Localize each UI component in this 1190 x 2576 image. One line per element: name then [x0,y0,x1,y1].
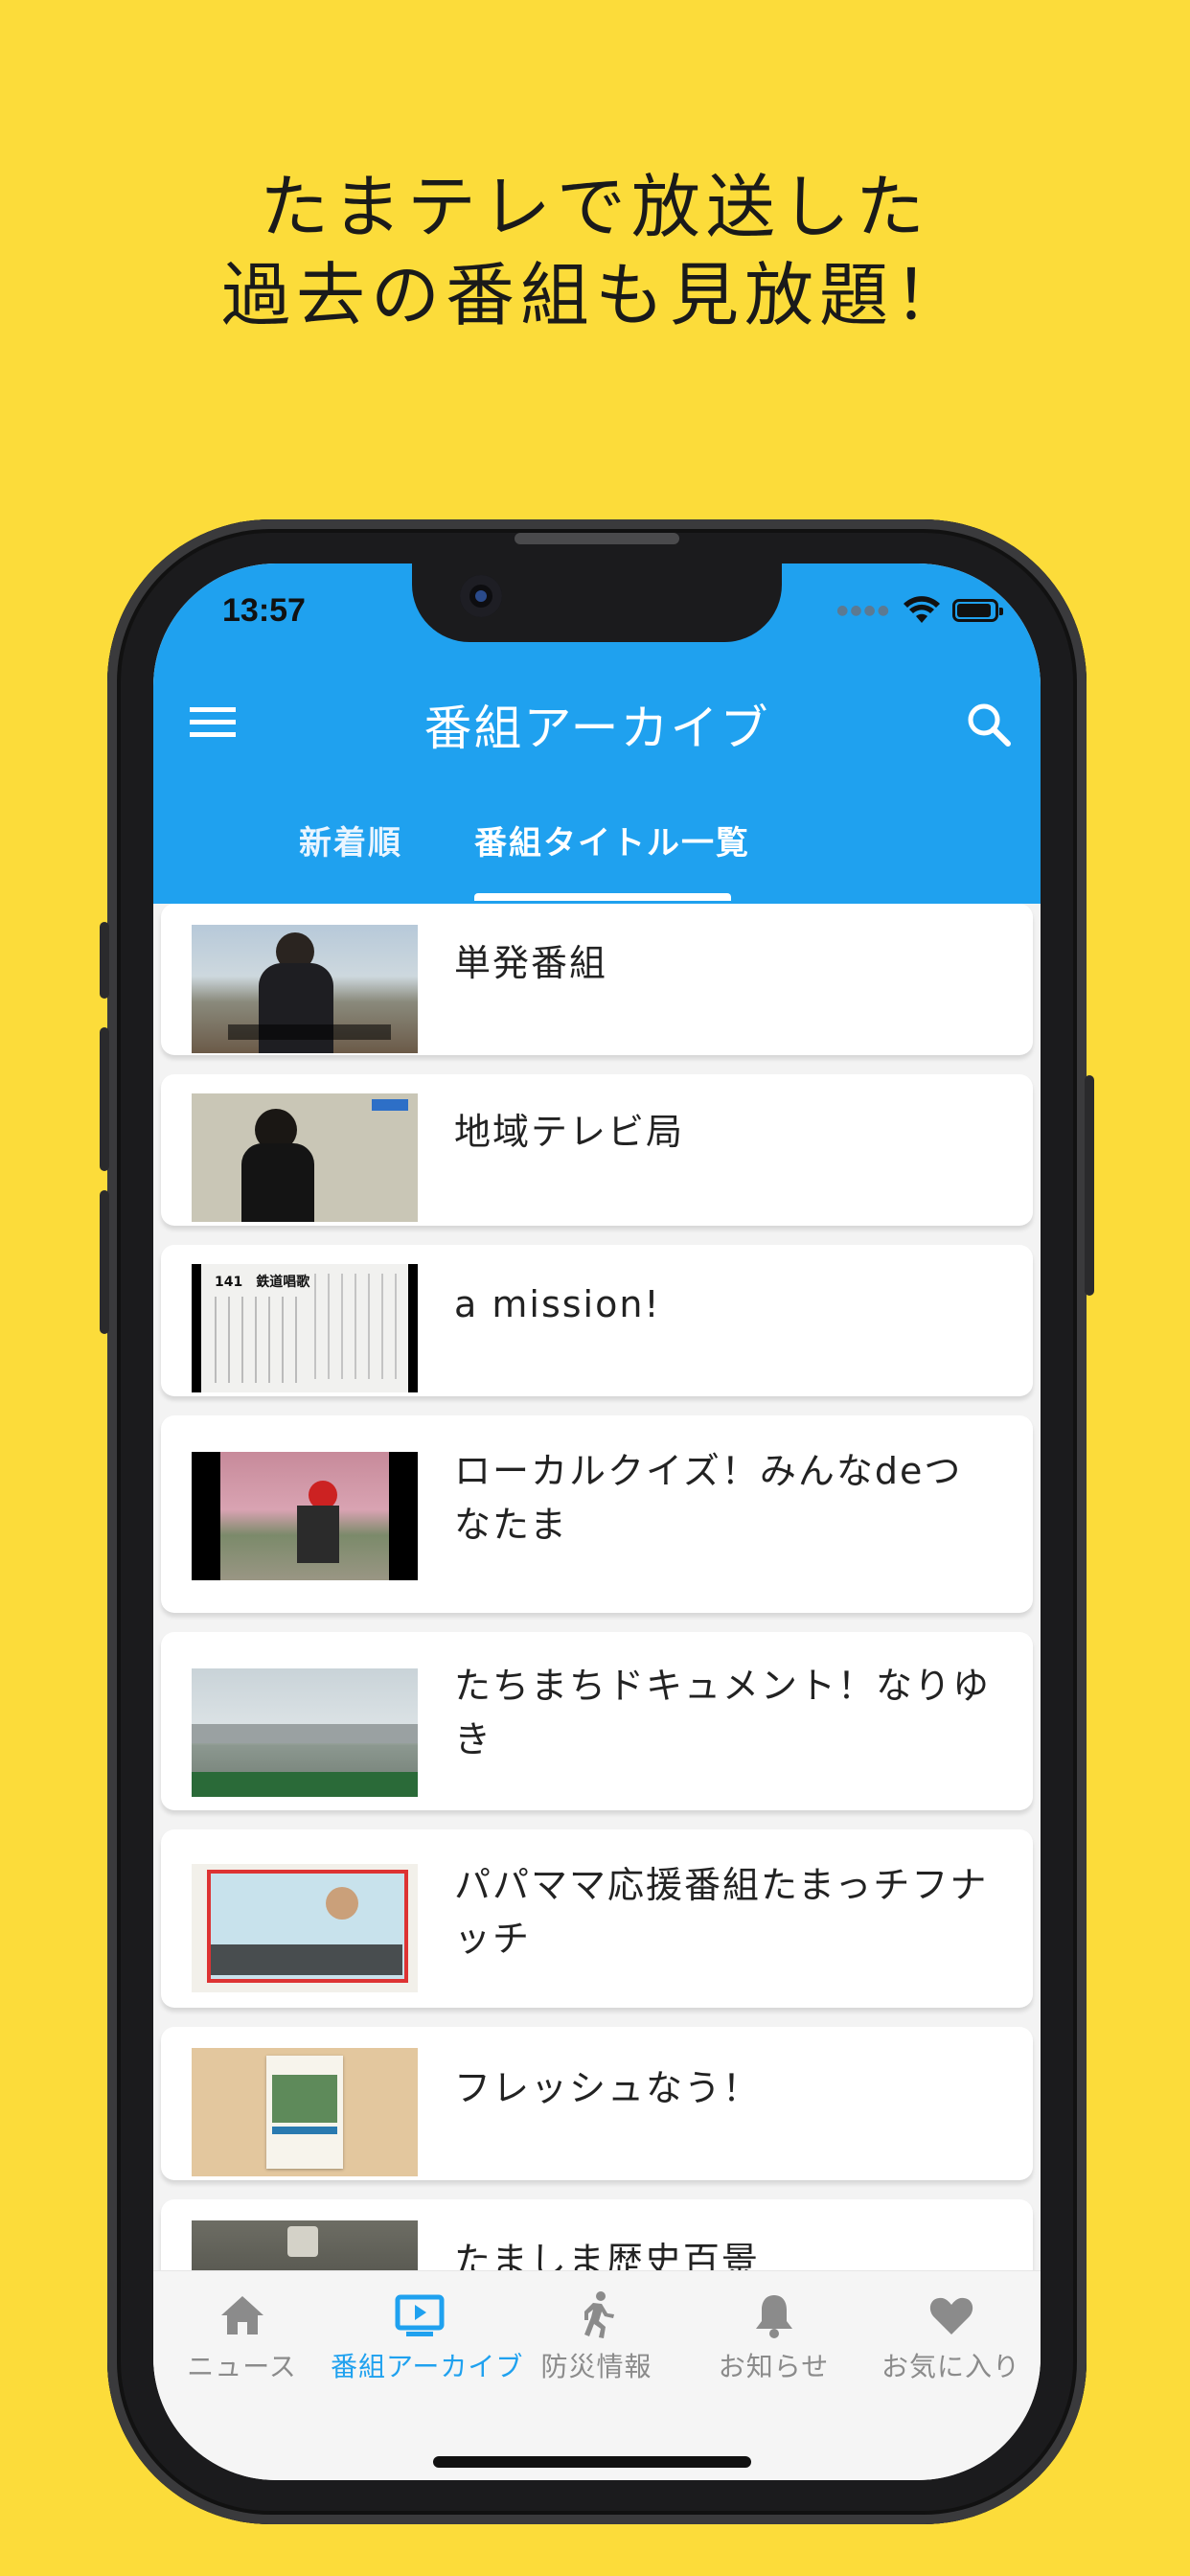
program-thumbnail [192,925,418,1053]
tab-newest[interactable]: 新着順 [299,815,402,901]
program-thumbnail [192,1668,418,1797]
headline-line-2: 過去の番組も見放題！ [220,255,969,335]
program-title: たちまちドキュメント！なりゆき [454,1665,992,1760]
bottom-navigation: ニュース 番組アーカイブ 防災情報 お知らせ お気に入り [153,2270,1041,2480]
list-item[interactable]: 地域テレビ局 [161,1074,1033,1226]
home-indicator[interactable] [433,2456,751,2468]
program-thumbnail: 141 鉄道唱歌 [192,1264,418,1392]
program-title: 単発番組 [454,942,608,984]
phone-speaker [515,533,679,544]
front-camera-icon [460,575,502,617]
program-thumbnail [192,1864,418,1992]
tab-bar: 新着順 番組タイトル一覧 [153,815,1041,901]
program-title: ローカルクイズ！みんなdeつなたま [454,1450,963,1546]
list-item[interactable]: たちまちドキュメント！なりゆき [161,1632,1033,1810]
nav-label: お気に入り [881,2351,1020,2382]
status-time: 13:57 [222,592,306,629]
volume-up-button [100,1027,109,1171]
mute-switch [100,922,109,999]
nav-label: 防災情報 [540,2351,652,2382]
list-item[interactable]: 141 鉄道唱歌 a mission! [161,1245,1033,1396]
list-item[interactable]: ローカルクイズ！みんなdeつなたま [161,1415,1033,1613]
list-item[interactable]: たましま歴史百景 [161,2199,1033,2270]
program-title: パパママ応援番組たまっチフナッチ [454,1864,989,1960]
nav-label: お知らせ [718,2351,830,2382]
page-title: 番組アーカイブ [423,701,770,756]
nav-program-archive[interactable]: 番組アーカイブ [331,2288,524,2384]
nav-label: 番組アーカイブ [331,2351,524,2382]
home-icon [220,2296,263,2334]
search-icon[interactable] [964,700,1014,749]
volume-down-button [100,1190,109,1334]
tab-title-list[interactable]: 番組タイトル一覧 [474,815,750,901]
signal-dots-icon: ●●●● [836,603,891,618]
heart-icon [929,2297,973,2334]
wifi-icon [904,596,940,623]
nav-favorites[interactable]: お気に入り [862,2288,1040,2384]
program-title: フレッシュなう！ [454,2067,762,2109]
phone-notch [412,564,782,642]
program-title: a mission! [454,1283,661,1325]
list-item[interactable]: フレッシュなう！ [161,2027,1033,2180]
bell-icon [755,2295,792,2338]
thumbnail-caption: 141 鉄道唱歌 [215,1275,310,1290]
running-person-icon [584,2291,614,2338]
nav-news[interactable]: ニュース [153,2288,331,2384]
program-thumbnail [192,2220,418,2270]
nav-label: ニュース [187,2351,297,2382]
list-item[interactable]: パパママ応援番組たまっチフナッチ [161,1829,1033,2008]
headline-line-1: たまテレで放送した [260,167,930,247]
phone-frame: 13:57 ●●●● 番組アーカイブ 新着順 番組タイトル一覧 単発番組 地域テ… [100,519,1094,2524]
tv-play-icon [395,2294,444,2336]
program-title: たましま歴史百景 [454,2240,760,2270]
phone-screen: 13:57 ●●●● 番組アーカイブ 新着順 番組タイトル一覧 単発番組 地域テ… [153,564,1041,2480]
program-thumbnail [192,1093,418,1222]
program-thumbnail [192,2048,418,2176]
power-button [1085,1075,1094,1296]
promo-headline: たまテレで放送した 過去の番組も見放題！ [0,163,1190,339]
battery-icon [952,599,1003,622]
program-thumbnail [192,1452,418,1580]
nav-notices[interactable]: お知らせ [685,2288,862,2384]
list-item[interactable]: 単発番組 [161,904,1033,1055]
status-icons: ●●●● [836,596,1003,625]
tab-indicator [474,893,731,901]
nav-disaster-info[interactable]: 防災情報 [508,2288,685,2384]
program-title: 地域テレビ局 [454,1111,685,1153]
program-list: 単発番組 地域テレビ局 141 鉄道唱歌 a mission! ローカルクイズ！… [153,904,1041,2270]
